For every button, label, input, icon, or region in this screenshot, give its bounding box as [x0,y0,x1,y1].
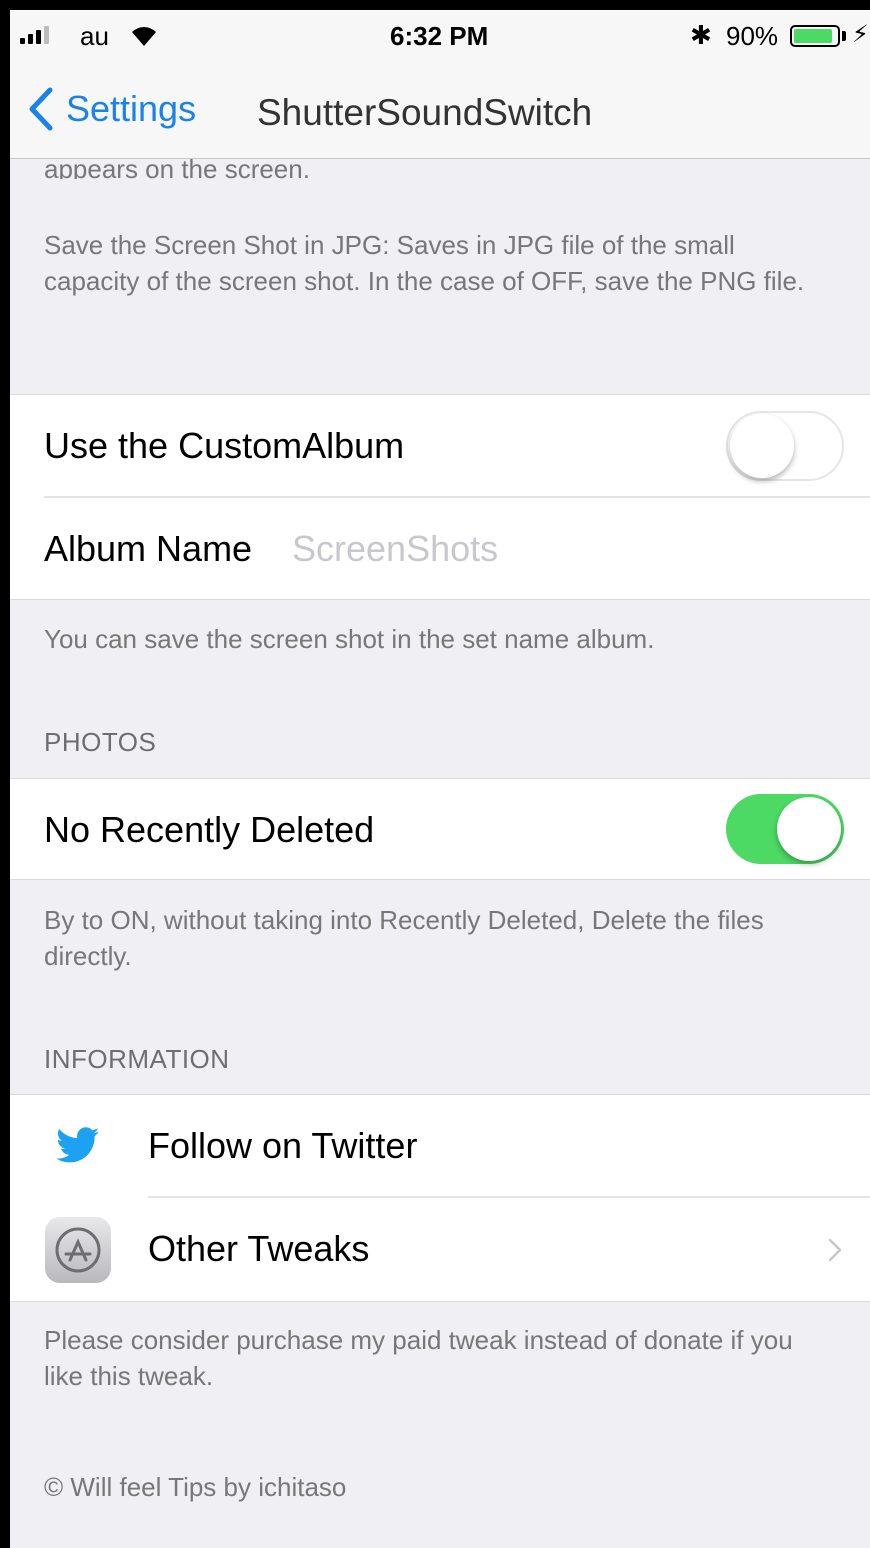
other-tweaks-row[interactable]: Other Tweaks [10,1198,870,1301]
settings-screen: au 6:32 PM ✱ 90% ⚡ Settings ShutterSound… [0,0,870,1548]
photos-section-header: PHOTOS [44,727,157,757]
chevron-right-icon [828,1238,842,1262]
album-name-field[interactable]: ScreenShots [292,528,498,570]
cellular-signal-icon [20,24,49,44]
chevron-left-icon [29,87,53,131]
toggle-knob [777,797,841,861]
no-recently-deleted-row: No Recently Deleted [10,779,870,879]
back-button[interactable]: Settings [26,86,196,132]
other-tweaks-label: Other Tweaks [148,1228,370,1269]
copyright-text: © Will feel Tips by ichitaso [44,1472,347,1502]
toggle-knob [730,414,794,478]
photos-group: No Recently Deleted [10,778,870,880]
bluetooth-icon: ✱ [690,20,712,50]
custom-album-group: Use the CustomAlbum Album Name ScreenSho… [10,394,870,600]
status-bar: au 6:32 PM ✱ 90% ⚡ [10,10,870,66]
no-recently-deleted-label: No Recently Deleted [44,809,375,850]
status-time: 6:32 PM [390,21,489,51]
information-footer: Please consider purchase my paid tweak i… [44,1325,793,1391]
battery-tip [842,31,846,41]
information-section-header: INFORMATION [44,1044,230,1074]
app-store-icon [45,1217,111,1283]
custom-album-label: Use the CustomAlbum [44,425,405,466]
follow-on-twitter-link[interactable]: Follow on Twitter [148,1125,417,1167]
page-title: ShutterSoundSwitch [257,92,593,133]
back-button-label: Settings [66,88,197,129]
custom-album-row: Use the CustomAlbum [10,395,870,497]
custom-album-toggle[interactable] [726,411,844,481]
album-name-row: Album Name ScreenShots [10,498,870,599]
jpg-description: Save the Screen Shot in JPG: Saves in JP… [44,230,805,296]
wifi-icon [132,27,156,46]
photos-footer: By to ON, without taking into Recently D… [44,905,764,971]
clipped-footer-text: appears on the screen. [44,154,310,179]
carrier-name: au [80,21,109,51]
information-group: Follow on Twitter Other Tweaks [10,1094,870,1302]
battery-icon [790,25,840,47]
album-name-label: Album Name [44,528,253,569]
twitter-bird-icon [56,1127,99,1163]
no-recently-deleted-toggle[interactable] [726,794,844,864]
navigation-bar: Settings ShutterSoundSwitch [10,66,870,159]
twitter-row[interactable]: Follow on Twitter [10,1095,870,1197]
custom-album-footer: You can save the screen shot in the set … [44,624,655,654]
charging-icon: ⚡ [852,21,869,48]
battery-percent: 90% [726,21,779,51]
